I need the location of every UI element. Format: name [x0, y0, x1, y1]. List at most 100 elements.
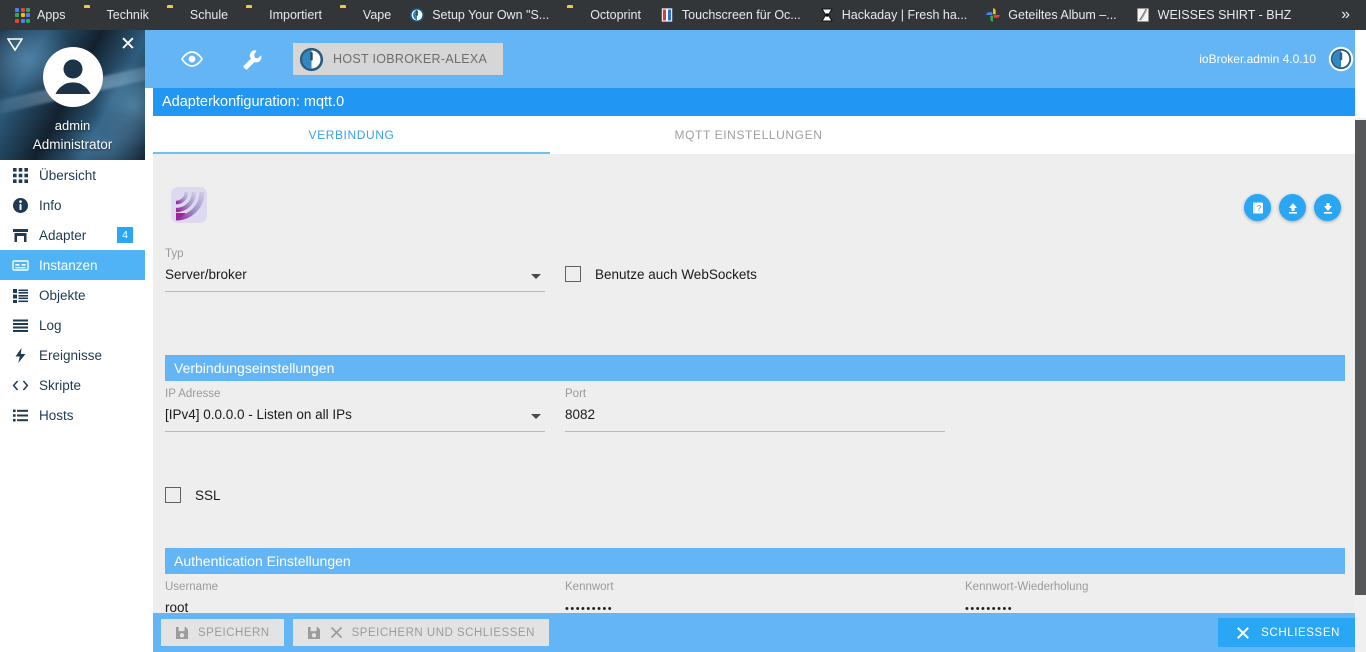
folder-icon — [167, 7, 183, 23]
tab-verbindung[interactable]: VERBINDUNG — [153, 116, 550, 154]
close-icon — [1237, 626, 1250, 639]
music-icon — [1136, 8, 1149, 22]
sidebar-item-label: Adapter — [39, 227, 87, 243]
close-dialog-button-label: SCHLIESSEN — [1261, 626, 1340, 639]
field-label: Kennwort — [565, 581, 614, 593]
download-icon[interactable] — [1314, 194, 1341, 221]
sidebar-header: ✕ admin Administrator — [0, 30, 145, 160]
tab-label: VERBINDUNG — [308, 128, 395, 142]
collapse-sidebar-icon[interactable] — [7, 38, 23, 52]
close-icon[interactable]: ✕ — [119, 35, 137, 54]
port-input[interactable]: 8082 — [565, 407, 945, 432]
store-icon — [13, 228, 28, 242]
websockets-checkbox[interactable] — [565, 266, 581, 282]
info-icon — [13, 197, 28, 213]
field-websockets[interactable]: Benutze auch WebSockets — [565, 266, 757, 282]
instance-icon — [12, 259, 29, 271]
eye-icon[interactable] — [175, 42, 209, 76]
config-form: ? Typ Server/broker Benutze auch WebSock… — [153, 154, 1358, 641]
save-icon — [307, 626, 320, 639]
save-and-close-button[interactable]: SPEICHERN UND SCHLIESSEN — [292, 619, 549, 646]
site-icon — [661, 8, 673, 22]
sidebar-item-adapter[interactable]: Adapter 4 — [0, 220, 145, 250]
bookmark-schule[interactable]: Schule — [158, 3, 237, 27]
sidebar-item-instanzen[interactable]: Instanzen — [0, 250, 145, 280]
folder-icon — [340, 7, 356, 23]
book-help-icon[interactable]: ? — [1244, 194, 1271, 221]
field-ip-adresse: IP Adresse [IPv4] 0.0.0.0 - Listen on al… — [165, 388, 545, 432]
dialog-tabs: VERBINDUNG MQTT EINSTELLUNGEN — [153, 116, 1358, 154]
power-logo-icon[interactable] — [1328, 46, 1354, 72]
bookmark-label: Touchscreen für Oc... — [681, 7, 801, 22]
sidebar-item-hosts[interactable]: Hosts — [0, 400, 145, 430]
ssl-label: SSL — [195, 487, 221, 503]
sidebar-item-skripte[interactable]: Skripte — [0, 370, 145, 400]
sidebar-item-label: Ereignisse — [39, 347, 103, 363]
field-ssl[interactable]: SSL — [165, 487, 221, 503]
log-icon — [13, 319, 28, 332]
dialog-title: Adapterkonfiguration: mqtt.0 — [153, 88, 1366, 116]
bookmark-label: Octoprint — [590, 7, 641, 22]
close-icon — [330, 626, 342, 639]
bookmark-label: Apps — [37, 7, 66, 22]
bookmark-overflow-button[interactable]: » — [1331, 7, 1360, 23]
dialog-action-buttons: ? — [1244, 194, 1341, 221]
code-icon — [12, 380, 29, 390]
sidebar: ✕ admin Administrator Übersicht Info Ada… — [0, 30, 145, 652]
hosts-icon — [13, 409, 28, 421]
field-label: Kennwort-Wiederholung — [965, 581, 1089, 593]
bookmark-technik[interactable]: Technik — [75, 3, 158, 27]
sidebar-username: admin — [54, 118, 91, 133]
bookmark-octoprint[interactable]: Octoprint — [558, 3, 650, 27]
bookmark-label: Hackaday | Fresh ha... — [841, 7, 968, 22]
bookmark-label: Schule — [189, 7, 229, 22]
save-and-close-button-label: SPEICHERN UND SCHLIESSEN — [351, 626, 535, 639]
bookmark-importiert[interactable]: Importiert — [237, 3, 331, 27]
host-chip[interactable]: HOST IOBROKER-ALEXA — [293, 43, 504, 75]
vertical-scrollbar-thumb[interactable] — [1355, 120, 1366, 595]
app-version-label: ioBroker.admin 4.0.10 — [1199, 52, 1316, 66]
tab-mqtt-einstellungen[interactable]: MQTT EINSTELLUNGEN — [550, 116, 947, 154]
apps-grid-icon — [15, 7, 30, 23]
folder-icon — [567, 7, 583, 23]
ssl-checkbox[interactable] — [165, 487, 181, 503]
field-port: Port 8082 — [565, 388, 945, 432]
scrollbar-edge-filler — [1355, 30, 1366, 118]
browser-bookmark-bar: Apps Technik Schule Importiert Vape Setu… — [0, 0, 1366, 30]
bookmark-weisses-shirt[interactable]: WEISSES SHIRT - BHZ — [1126, 3, 1301, 27]
bookmark-setup-your-own[interactable]: Setup Your Own "S... — [400, 3, 558, 27]
ip-select[interactable]: [IPv4] 0.0.0.0 - Listen on all IPs — [165, 407, 545, 432]
dialog-footer: SPEICHERN SPEICHERN UND SCHLIESSEN SCHLI… — [153, 613, 1366, 652]
tab-label: MQTT EINSTELLUNGEN — [674, 128, 823, 142]
bookmark-label: Importiert — [269, 7, 322, 22]
main-area: HOST IOBROKER-ALEXA ioBroker.admin 4.0.1… — [145, 30, 1366, 652]
host-chip-label: HOST IOBROKER-ALEXA — [333, 52, 488, 66]
bookmark-label: Geteiltes Album –... — [1008, 7, 1117, 22]
sidebar-item-objekte[interactable]: Objekte — [0, 280, 145, 310]
websockets-label: Benutze auch WebSockets — [595, 266, 757, 282]
sidebar-item-label: Skripte — [39, 377, 82, 393]
sidebar-item-label: Log — [39, 317, 62, 333]
sidebar-item-uebersicht[interactable]: Übersicht — [0, 160, 145, 190]
bookmark-vape[interactable]: Vape — [331, 3, 400, 27]
close-dialog-button[interactable]: SCHLIESSEN — [1218, 618, 1358, 647]
sidebar-item-info[interactable]: Info — [0, 190, 145, 220]
bookmark-geteiltes-album[interactable]: Geteiltes Album –... — [976, 3, 1125, 27]
bookmark-apps[interactable]: Apps — [6, 3, 75, 27]
typ-select[interactable]: Server/broker — [165, 267, 545, 292]
svg-text:?: ? — [1256, 204, 1261, 213]
upload-icon[interactable] — [1279, 194, 1306, 221]
sidebar-item-ereignisse[interactable]: Ereignisse — [0, 340, 145, 370]
bookmark-hackaday[interactable]: Hackaday | Fresh ha... — [810, 3, 977, 27]
sidebar-item-log[interactable]: Log — [0, 310, 145, 340]
field-label: Port — [565, 388, 587, 400]
sidebar-badge-adapter: 4 — [117, 227, 133, 243]
bookmark-touchscreen[interactable]: Touchscreen für Oc... — [650, 3, 810, 27]
hackaday-icon — [820, 8, 833, 22]
mqtt-adapter-logo-icon — [171, 187, 207, 223]
wrench-icon[interactable] — [235, 42, 269, 76]
save-button[interactable]: SPEICHERN — [161, 619, 284, 646]
iobroker-icon — [409, 7, 425, 23]
sidebar-item-label: Übersicht — [39, 167, 97, 183]
field-label: IP Adresse — [165, 388, 221, 400]
